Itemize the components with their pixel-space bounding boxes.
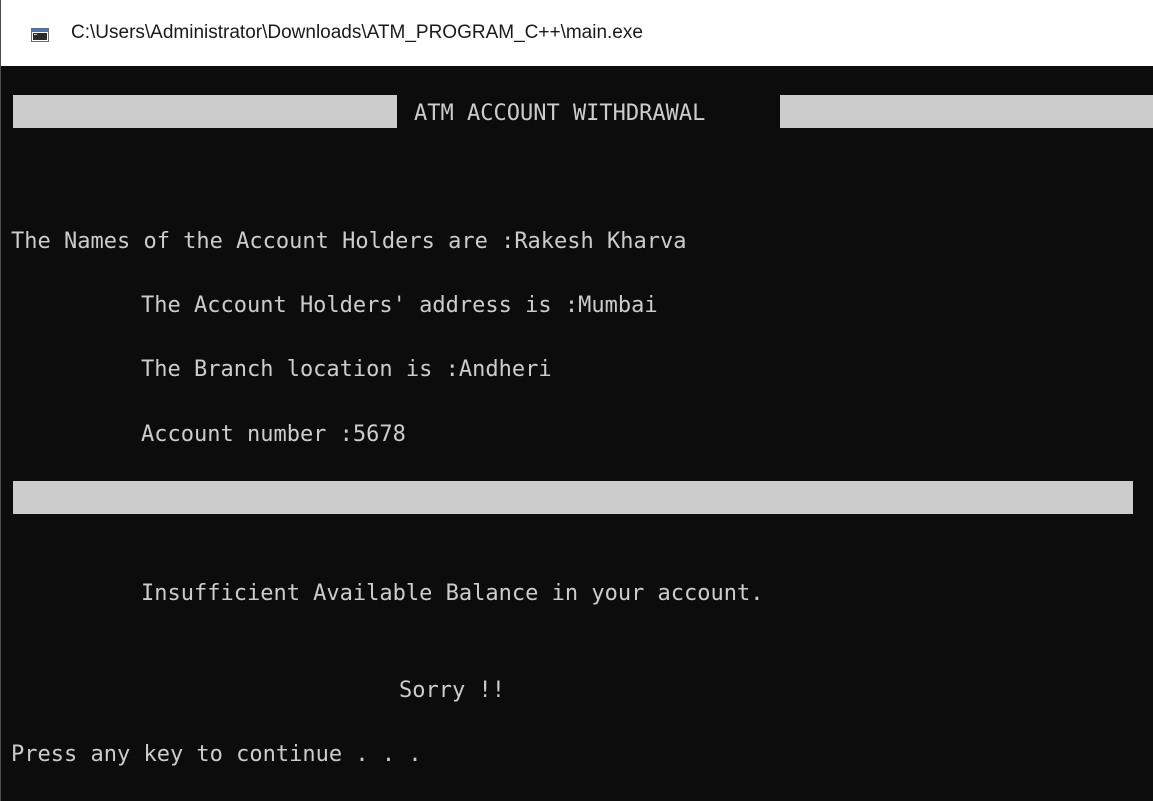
sorry-message: Sorry !! bbox=[399, 678, 505, 703]
title-bar[interactable]: C:\Users\Administrator\Downloads\ATM_PRO… bbox=[1, 0, 1153, 66]
header-bar-right bbox=[780, 95, 1153, 128]
account-holders-line: The Names of the Account Holders are :Ra… bbox=[11, 229, 687, 254]
continue-prompt: Press any key to continue . . . bbox=[11, 742, 422, 767]
console-window-icon bbox=[31, 28, 49, 42]
separator-bar bbox=[13, 481, 1133, 514]
insufficient-balance-message: Insufficient Available Balance in your a… bbox=[141, 581, 764, 606]
header-title: ATM ACCOUNT WITHDRAWAL bbox=[414, 101, 706, 126]
console-output[interactable]: ATM ACCOUNT WITHDRAWAL The Names of the … bbox=[1, 66, 1153, 801]
address-line: The Account Holders' address is :Mumbai bbox=[141, 293, 658, 318]
branch-line: The Branch location is :Andheri bbox=[141, 357, 552, 382]
window-title: C:\Users\Administrator\Downloads\ATM_PRO… bbox=[71, 22, 643, 43]
console-window: C:\Users\Administrator\Downloads\ATM_PRO… bbox=[0, 0, 1153, 801]
account-number-line: Account number :5678 bbox=[141, 422, 406, 447]
header-bar-left bbox=[13, 95, 397, 128]
